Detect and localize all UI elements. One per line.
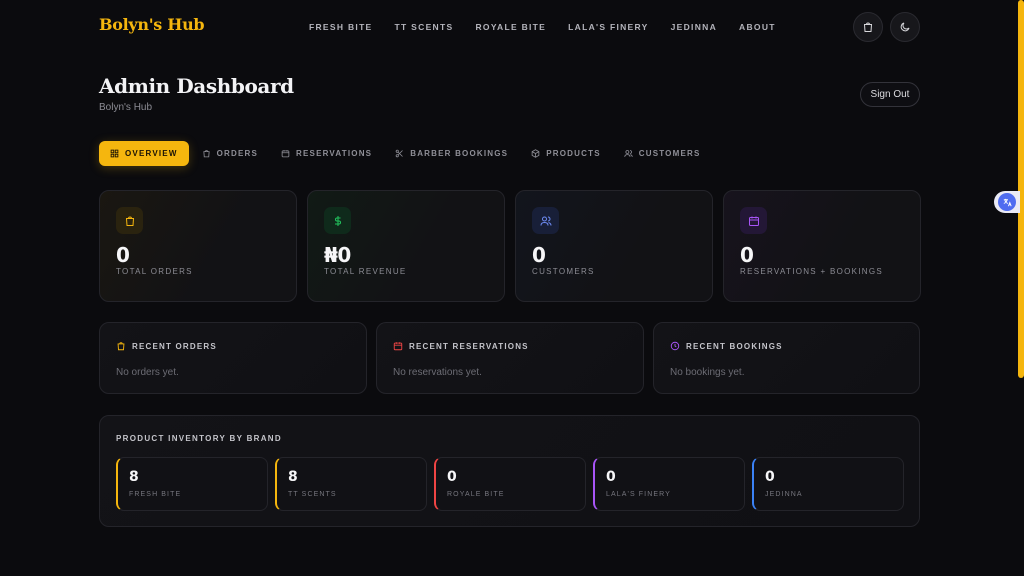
inventory-title: PRODUCT INVENTORY BY BRAND [116, 434, 282, 443]
product-inventory-card: PRODUCT INVENTORY BY BRAND 8 FRESH BITE … [99, 415, 920, 527]
brand-count: 8 [288, 469, 298, 485]
empty-state: No bookings yet. [670, 367, 745, 378]
tab-overview[interactable]: OVERVIEW [99, 141, 189, 166]
bag-icon [117, 342, 125, 351]
brand-count: 8 [129, 469, 139, 485]
brand-tile-fresh-bite: 8 FRESH BITE [116, 457, 268, 511]
brand-name: TT SCENTS [288, 491, 337, 498]
stat-label: CUSTOMERS [532, 267, 595, 276]
tab-label: RESERVATIONS [296, 149, 373, 158]
stat-card-total-orders: 0 TOTAL ORDERS [99, 190, 297, 302]
accessibility-widget-button[interactable] [994, 191, 1020, 213]
empty-state: No orders yet. [116, 367, 179, 378]
theme-toggle-button[interactable] [890, 12, 920, 42]
users-icon [624, 150, 633, 157]
tab-label: BARBER BOOKINGS [410, 149, 509, 158]
card-header: RECENT RESERVATIONS [393, 341, 529, 351]
stat-value: 0 [116, 243, 130, 267]
brand-name: LALA'S FINERY [606, 491, 671, 498]
clock-icon [670, 341, 680, 351]
nav-about[interactable]: ABOUT [739, 22, 776, 32]
page-scrollbar[interactable] [1018, 0, 1024, 378]
recent-orders-card: RECENT ORDERS No orders yet. [99, 322, 367, 394]
tab-products[interactable]: PRODUCTS [521, 141, 611, 166]
tab-label: ORDERS [216, 149, 259, 158]
stat-icon-wrap [324, 207, 351, 234]
brand-tile-tt-scents: 8 TT SCENTS [275, 457, 427, 511]
page-subtitle: Bolyn's Hub [99, 102, 153, 113]
card-title: RECENT RESERVATIONS [409, 341, 529, 351]
brand-name: JEDINNA [765, 491, 803, 498]
stat-card-customers: 0 CUSTOMERS [515, 190, 713, 302]
sign-out-button[interactable]: Sign Out [860, 82, 920, 107]
tab-label: CUSTOMERS [638, 149, 701, 158]
page-title: Admin Dashboard [99, 74, 294, 98]
tab-customers[interactable]: CUSTOMERS [614, 141, 711, 166]
stat-label: TOTAL REVENUE [324, 267, 407, 276]
empty-state: No reservations yet. [393, 367, 482, 378]
stat-value: ₦0 [324, 243, 351, 267]
stat-value: 0 [740, 243, 754, 267]
stat-card-total-revenue: ₦0 TOTAL REVENUE [307, 190, 505, 302]
tab-barber-bookings[interactable]: BARBER BOOKINGS [385, 141, 518, 166]
nav-tt-scents[interactable]: TT SCENTS [395, 22, 454, 32]
stat-value: 0 [532, 243, 546, 267]
moon-icon [900, 22, 910, 32]
site-logo[interactable]: Bolyn's Hub [99, 15, 205, 34]
stat-icon-wrap [116, 207, 143, 234]
brand-name: FRESH BITE [129, 491, 182, 498]
translate-icon [998, 193, 1016, 211]
cart-button[interactable] [853, 12, 883, 42]
recent-reservations-card: RECENT RESERVATIONS No reservations yet. [376, 322, 644, 394]
scissors-icon [395, 149, 404, 158]
stat-icon-wrap [740, 207, 767, 234]
card-title: RECENT ORDERS [132, 341, 217, 351]
stat-label: RESERVATIONS + BOOKINGS [740, 267, 884, 276]
nav-fresh-bite[interactable]: FRESH BITE [309, 22, 373, 32]
card-header: RECENT ORDERS [116, 341, 217, 351]
dashboard-tabs: OVERVIEW ORDERS RESERVATIONS BARBER BOOK… [99, 141, 714, 166]
recent-bookings-card: RECENT BOOKINGS No bookings yet. [653, 322, 920, 394]
calendar-icon [281, 150, 290, 158]
tab-label: OVERVIEW [125, 149, 178, 158]
tab-label: PRODUCTS [546, 149, 601, 158]
card-title: RECENT BOOKINGS [686, 341, 783, 351]
dollar-icon [334, 215, 341, 226]
bag-icon [863, 22, 873, 32]
stat-label: TOTAL ORDERS [116, 267, 193, 276]
grid-icon [110, 149, 119, 158]
stat-icon-wrap [532, 207, 559, 234]
tab-reservations[interactable]: RESERVATIONS [271, 141, 382, 166]
users-icon [540, 216, 551, 226]
brand-tile-lalas-finery: 0 LALA'S FINERY [593, 457, 745, 511]
brand-tile-royale-bite: 0 ROYALE BITE [434, 457, 586, 511]
brand-tile-jedinna: 0 JEDINNA [752, 457, 904, 511]
bag-icon [125, 216, 134, 226]
brand-count: 0 [606, 469, 616, 485]
brand-name: ROYALE BITE [447, 491, 505, 498]
calendar-icon [748, 216, 759, 226]
bag-icon [203, 150, 210, 158]
stat-card-reservations-bookings: 0 RESERVATIONS + BOOKINGS [723, 190, 921, 302]
nav-jedinna[interactable]: JEDINNA [671, 22, 717, 32]
brand-count: 0 [765, 469, 775, 485]
calendar-icon [393, 342, 403, 351]
nav-royale-bite[interactable]: ROYALE BITE [475, 22, 546, 32]
nav-lalas-finery[interactable]: LALA'S FINERY [568, 22, 648, 32]
brand-count: 0 [447, 469, 457, 485]
box-icon [531, 149, 540, 158]
top-navbar: Bolyn's Hub FRESH BITE TT SCENTS ROYALE … [0, 0, 1024, 56]
card-header: RECENT BOOKINGS [670, 341, 783, 351]
main-nav: FRESH BITE TT SCENTS ROYALE BITE LALA'S … [309, 22, 776, 32]
tab-orders[interactable]: ORDERS [192, 141, 268, 166]
